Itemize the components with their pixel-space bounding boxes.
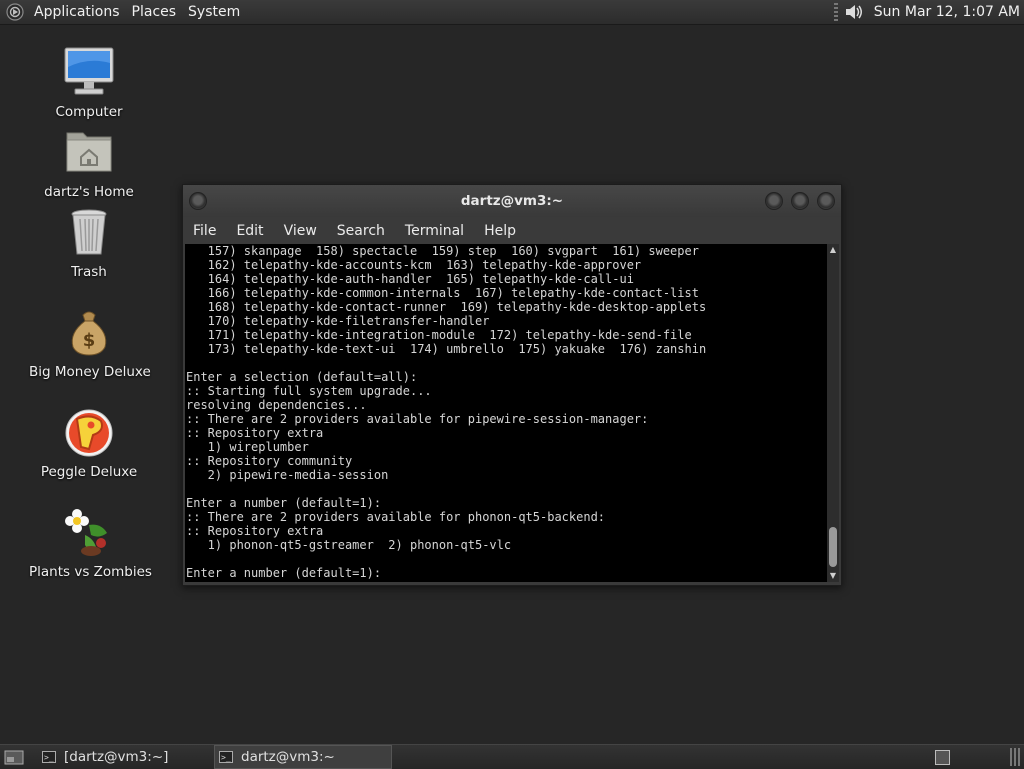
- menu-view[interactable]: View: [274, 223, 327, 239]
- desktop-icon-plants-vs-zombies[interactable]: Plants vs Zombies: [29, 505, 152, 580]
- desktop-icon-label: dartz's Home: [44, 184, 134, 200]
- terminal-line: :: Starting full system upgrade...: [186, 384, 432, 398]
- terminal-line: 173) telepathy-kde-text-ui 174) umbrello…: [186, 342, 707, 356]
- panel-drag-handle[interactable]: [833, 3, 838, 21]
- computer-monitor-icon: [64, 47, 114, 95]
- taskbar-item-label: dartz@vm3:~: [241, 749, 335, 765]
- minimize-button[interactable]: [765, 192, 783, 210]
- terminal-line: 2) pipewire-media-session: [186, 468, 389, 482]
- menu-file[interactable]: File: [183, 223, 226, 239]
- svg-text:$: $: [83, 330, 96, 351]
- workspace-switcher[interactable]: [935, 749, 950, 765]
- terminal-line: 1) phonon-qt5-gstreamer 2) phonon-qt5-vl…: [186, 538, 512, 552]
- terminal-text: 157) skanpage 158) spectacle 159) step 1…: [185, 244, 827, 580]
- terminal-line: 1) wireplumber: [186, 440, 309, 454]
- desktop-icon-label: Computer: [55, 104, 123, 120]
- top-panel: Applications Places System Sun Mar 12, 1…: [0, 0, 1024, 25]
- terminal-line: :: Repository extra: [186, 524, 324, 538]
- show-desktop-icon[interactable]: [4, 749, 24, 765]
- terminal-line: 157) skanpage 158) spectacle 159) step 1…: [186, 244, 699, 258]
- terminal-line: :: Repository extra: [186, 426, 324, 440]
- menu-edit[interactable]: Edit: [226, 223, 273, 239]
- terminal-line: Enter a number (default=1):: [186, 566, 382, 580]
- taskbar-item-terminal[interactable]: >_ dartz@vm3:~: [214, 745, 392, 769]
- desktop-icon-label: Plants vs Zombies: [29, 564, 152, 580]
- peggle-p-icon: [65, 409, 113, 457]
- scroll-up-icon[interactable]: ▲: [827, 244, 839, 256]
- home-folder-icon: [66, 132, 112, 172]
- taskbar-item-terminal-minimized[interactable]: >_ [dartz@vm3:~]: [38, 746, 200, 768]
- desktop-icon-big-money[interactable]: $ Big Money Deluxe: [29, 305, 151, 380]
- terminal-line: resolving dependencies...: [186, 398, 367, 412]
- system-menu[interactable]: System: [184, 4, 248, 20]
- desktop-icon-home[interactable]: dartz's Home: [29, 125, 149, 200]
- terminal-line: :: There are 2 providers available for p…: [186, 412, 649, 426]
- speaker-volume-icon[interactable]: [844, 2, 864, 22]
- terminal-line: 170) telepathy-kde-filetransfer-handler: [186, 314, 490, 328]
- terminal-line: 164) telepathy-kde-auth-handler 165) tel…: [186, 272, 634, 286]
- desktop-icon-peggle[interactable]: Peggle Deluxe: [29, 405, 149, 480]
- terminal-line: Enter a number (default=1):: [186, 496, 382, 510]
- terminal-line: :: Repository community: [186, 454, 353, 468]
- scroll-down-icon[interactable]: ▼: [827, 570, 839, 582]
- applications-menu[interactable]: Applications: [30, 4, 128, 20]
- desktop-icon-label: Big Money Deluxe: [29, 364, 151, 380]
- terminal-line: 166) telepathy-kde-common-internals 167)…: [186, 286, 699, 300]
- terminal-icon: >_: [219, 751, 233, 763]
- maximize-button[interactable]: [791, 192, 809, 210]
- desktop-icon-computer[interactable]: Computer: [29, 45, 149, 120]
- menu-terminal[interactable]: Terminal: [395, 223, 474, 239]
- close-button[interactable]: [817, 192, 835, 210]
- terminal-icon: >_: [42, 751, 56, 763]
- terminal-menubar: File Edit View Search Terminal Help: [183, 217, 841, 244]
- terminal-output[interactable]: 157) skanpage 158) spectacle 159) step 1…: [185, 244, 827, 582]
- desktop-icon-label: Trash: [71, 264, 107, 280]
- scrollbar-thumb[interactable]: [829, 527, 837, 567]
- terminal-scrollbar[interactable]: ▲ ▼: [827, 244, 839, 582]
- menu-help[interactable]: Help: [474, 223, 526, 239]
- places-menu[interactable]: Places: [128, 4, 185, 20]
- clock[interactable]: Sun Mar 12, 1:07 AM: [874, 4, 1020, 20]
- panel-drag-handle[interactable]: [1010, 748, 1020, 766]
- terminal-line: 162) telepathy-kde-accounts-kcm 163) tel…: [186, 258, 642, 272]
- taskbar-item-label: [dartz@vm3:~]: [64, 749, 169, 765]
- window-titlebar[interactable]: dartz@vm3:~: [183, 185, 841, 217]
- window-title: dartz@vm3:~: [460, 193, 564, 209]
- terminal-line: 171) telepathy-kde-integration-module 17…: [186, 328, 692, 342]
- menu-search[interactable]: Search: [327, 223, 395, 239]
- terminal-line: Enter a selection (default=all):: [186, 370, 418, 384]
- trash-can-icon: [71, 209, 107, 255]
- desktop-icon-label: Peggle Deluxe: [40, 464, 138, 480]
- terminal-line: :: There are 2 providers available for p…: [186, 510, 606, 524]
- money-bag-icon: $: [71, 311, 107, 356]
- bottom-panel: >_ [dartz@vm3:~] >_ dartz@vm3:~: [0, 744, 1024, 769]
- desktop-icon-trash[interactable]: Trash: [29, 205, 149, 280]
- distro-logo-icon[interactable]: [6, 3, 24, 21]
- terminal-line: 168) telepathy-kde-contact-runner 169) t…: [186, 300, 707, 314]
- terminal-window: dartz@vm3:~ File Edit View Search Termin…: [182, 184, 842, 586]
- plants-flower-icon: [65, 509, 107, 556]
